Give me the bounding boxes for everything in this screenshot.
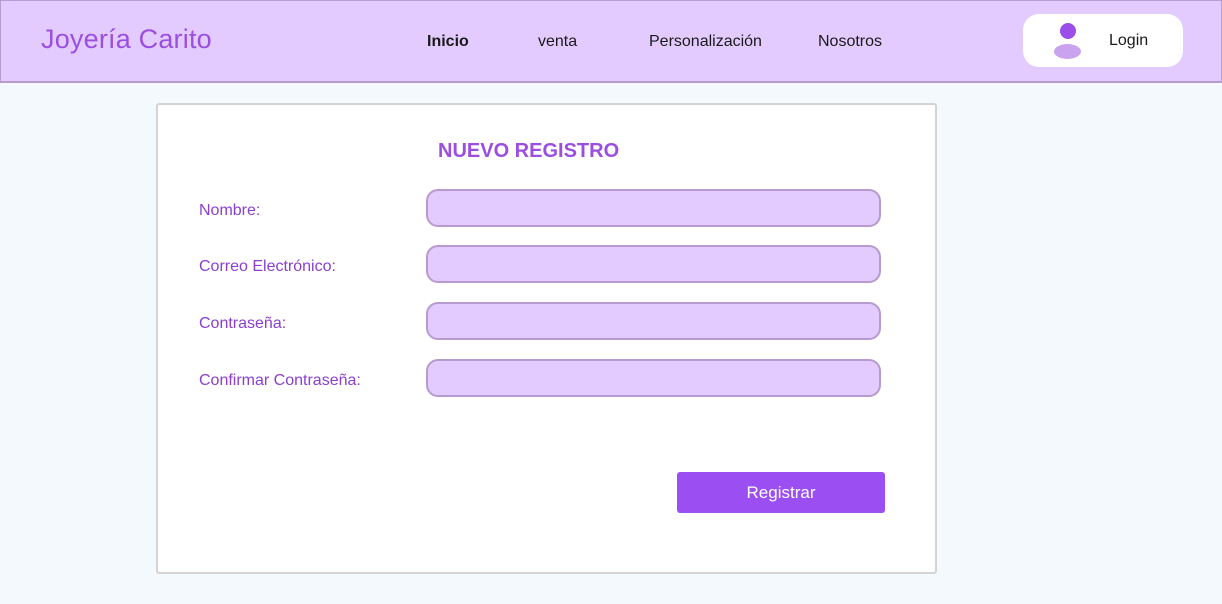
nombre-input[interactable] xyxy=(426,189,881,227)
top-navbar: Joyería Carito Inicio venta Personalizac… xyxy=(0,0,1222,83)
nav-item-venta[interactable]: venta xyxy=(538,33,577,51)
form-title: NUEVO REGISTRO xyxy=(438,140,620,162)
contrasena-input[interactable] xyxy=(426,302,881,340)
user-icon xyxy=(1053,23,1083,59)
brand-logo[interactable]: Joyería Carito xyxy=(41,24,212,55)
confirmar-contrasena-input[interactable] xyxy=(426,359,881,397)
registrar-button[interactable]: Registrar xyxy=(677,472,885,513)
login-label: Login xyxy=(1109,32,1149,49)
register-form-card: NUEVO REGISTRO Nombre: Correo Electrónic… xyxy=(156,103,937,574)
correo-label: Correo Electrónico: xyxy=(199,258,336,275)
login-button[interactable]: Login xyxy=(1023,14,1183,67)
contrasena-label: Contraseña: xyxy=(199,315,287,332)
nav-item-nosotros[interactable]: Nosotros xyxy=(818,33,882,51)
nav-item-inicio[interactable]: Inicio xyxy=(427,33,469,51)
correo-input[interactable] xyxy=(426,245,881,283)
nombre-label: Nombre: xyxy=(199,202,261,219)
confirmar-contrasena-label: Confirmar Contraseña: xyxy=(199,372,361,389)
nav-item-personalizacion[interactable]: Personalización xyxy=(649,33,762,51)
